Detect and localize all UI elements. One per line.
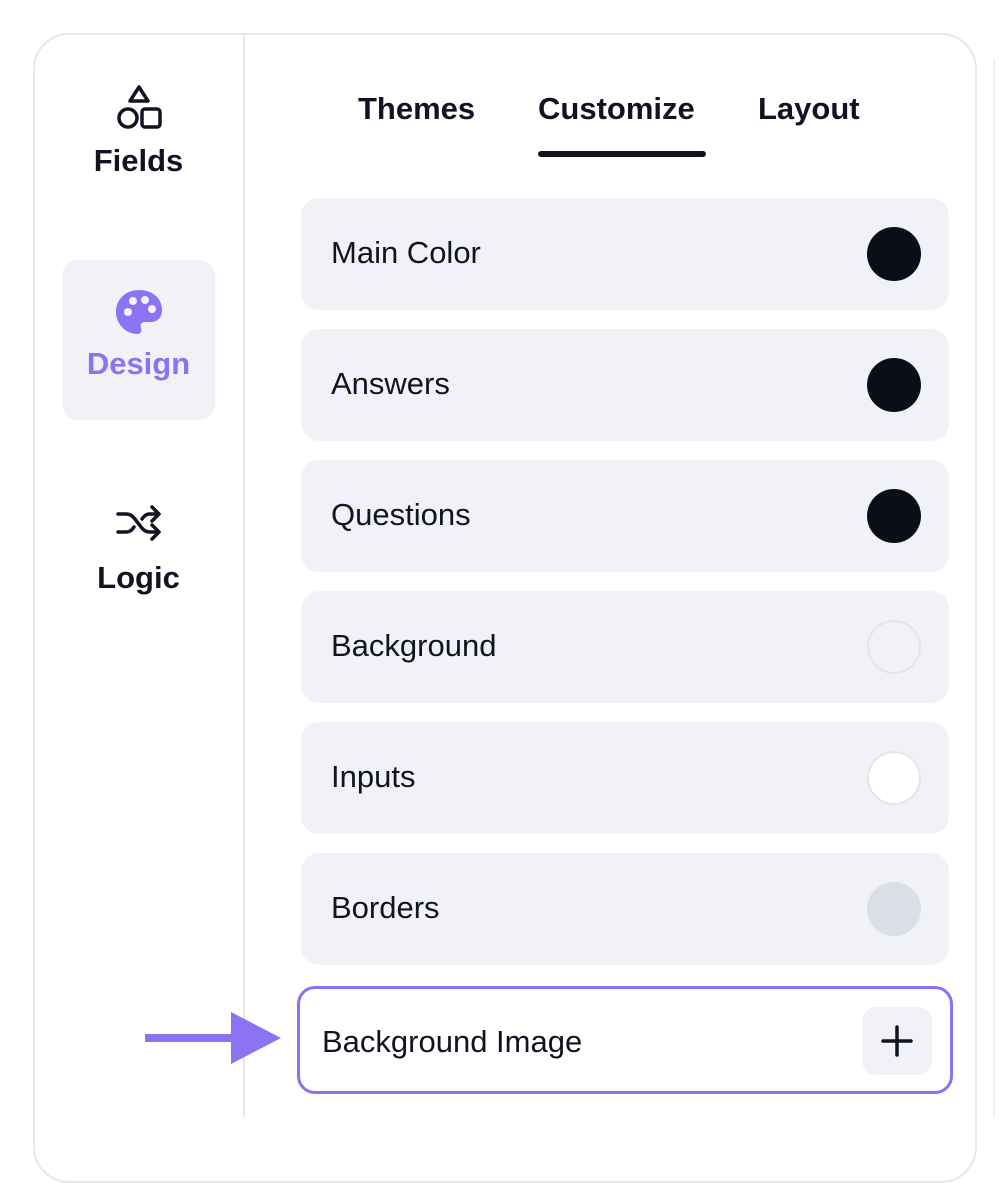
shuffle-icon: [115, 505, 161, 541]
sidebar-item-fields[interactable]: Fields: [62, 75, 215, 235]
color-swatch[interactable]: [867, 882, 921, 936]
color-row-borders[interactable]: Borders: [301, 853, 949, 965]
arrow-right-icon: [145, 1012, 281, 1064]
active-tab-indicator: [538, 151, 706, 157]
background-image-row[interactable]: Background Image: [297, 986, 953, 1094]
row-label: Background: [331, 628, 497, 663]
row-label: Inputs: [331, 759, 416, 794]
color-row-background[interactable]: Background: [301, 591, 949, 703]
color-swatch[interactable]: [867, 751, 921, 805]
color-row-questions[interactable]: Questions: [301, 460, 949, 572]
customize-list: Main Color Answers Questions Background …: [297, 198, 953, 1094]
tab-themes[interactable]: Themes: [358, 91, 475, 127]
palette-icon: [115, 290, 162, 334]
plus-icon: [881, 1025, 913, 1057]
row-label: Background Image: [322, 1024, 583, 1059]
color-swatch[interactable]: [867, 620, 921, 674]
color-row-main-color[interactable]: Main Color: [301, 198, 949, 310]
row-label: Answers: [331, 366, 450, 401]
tab-customize[interactable]: Customize: [538, 91, 695, 127]
sidebar-divider: [243, 35, 245, 1117]
tab-layout[interactable]: Layout: [758, 91, 860, 127]
sidebar: Fields Design Logic: [35, 35, 243, 1117]
sidebar-item-label: Logic: [97, 560, 180, 595]
color-row-inputs[interactable]: Inputs: [301, 722, 949, 834]
add-background-image-button[interactable]: [862, 1007, 932, 1075]
shapes-icon: [116, 85, 162, 129]
adjacent-panel-edge: [993, 60, 995, 1117]
row-label: Borders: [331, 890, 440, 925]
row-label: Main Color: [331, 235, 481, 270]
row-label: Questions: [331, 497, 471, 532]
color-swatch[interactable]: [867, 489, 921, 543]
tab-bar: Themes Customize Layout: [245, 35, 975, 165]
sidebar-item-label: Fields: [93, 143, 184, 178]
sidebar-item-design[interactable]: Design: [62, 260, 215, 420]
color-swatch[interactable]: [867, 227, 921, 281]
color-swatch[interactable]: [867, 358, 921, 412]
sidebar-item-logic[interactable]: Logic: [62, 490, 215, 650]
color-row-answers[interactable]: Answers: [301, 329, 949, 441]
sidebar-item-label: Design: [86, 346, 191, 381]
